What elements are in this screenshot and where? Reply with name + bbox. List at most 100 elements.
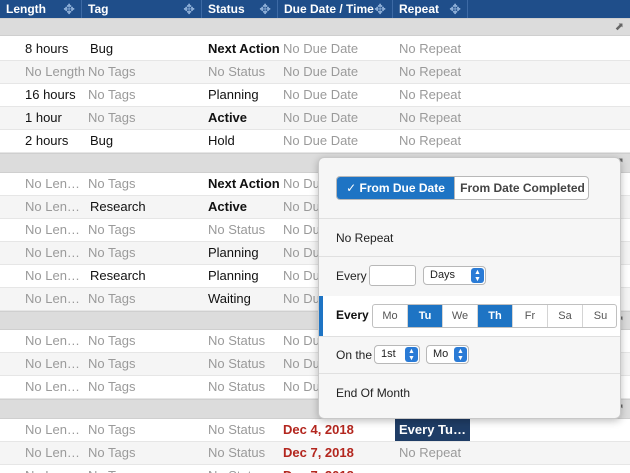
length-cell[interactable]: No Len… bbox=[25, 173, 85, 195]
status-cell[interactable]: Next Action bbox=[208, 173, 284, 195]
tag-cell[interactable]: No Tags bbox=[88, 173, 203, 195]
move-icon[interactable]: ✥ bbox=[259, 0, 271, 18]
table-row[interactable]: No Length No Tags No Status No Due Date … bbox=[0, 61, 630, 84]
tag-cell[interactable]: No Tags bbox=[88, 353, 203, 375]
table-row[interactable]: 1 hour No Tags Active No Due Date No Rep… bbox=[0, 107, 630, 130]
status-cell[interactable]: No Status bbox=[208, 61, 284, 83]
column-header-tag[interactable]: Tag ✥ bbox=[82, 0, 202, 18]
tag-cell[interactable]: Bug bbox=[90, 38, 205, 60]
length-cell[interactable]: No Len… bbox=[25, 353, 85, 375]
table-row[interactable]: No Len… No Tags No Status Dec 7, 2018 bbox=[0, 465, 630, 473]
tag-cell[interactable]: No Tags bbox=[88, 84, 203, 106]
repeat-cell[interactable]: No Repeat bbox=[399, 38, 519, 60]
status-cell[interactable]: Planning bbox=[208, 84, 284, 106]
length-cell[interactable]: No Len… bbox=[25, 242, 85, 264]
status-cell[interactable]: No Status bbox=[208, 419, 284, 441]
status-cell[interactable]: No Status bbox=[208, 376, 284, 398]
status-cell[interactable]: Hold bbox=[208, 130, 284, 152]
move-icon[interactable]: ✥ bbox=[449, 0, 461, 18]
table-row[interactable]: No Len… No Tags No Status Dec 4, 2018 Ev… bbox=[0, 419, 630, 442]
day-fr-button[interactable]: Fr bbox=[513, 305, 548, 327]
group-header[interactable]: ⬈ bbox=[0, 18, 630, 36]
interval-unit-select[interactable]: Days ▲ ▼ bbox=[423, 266, 486, 285]
repeat-cell[interactable]: No Repeat bbox=[399, 61, 519, 83]
status-cell[interactable]: Planning bbox=[208, 242, 284, 264]
due-date-cell[interactable]: Dec 4, 2018 bbox=[283, 419, 395, 441]
status-cell[interactable]: Waiting bbox=[208, 288, 284, 310]
tag-cell[interactable]: No Tags bbox=[88, 465, 203, 473]
day-sa-button[interactable]: Sa bbox=[548, 305, 583, 327]
length-cell[interactable]: No Len… bbox=[25, 376, 85, 398]
status-cell[interactable]: No Status bbox=[208, 465, 284, 473]
status-cell[interactable]: No Status bbox=[208, 330, 284, 352]
tag-cell[interactable]: No Tags bbox=[88, 61, 203, 83]
length-cell[interactable]: 16 hours bbox=[25, 84, 85, 106]
day-th-button[interactable]: Th bbox=[478, 305, 513, 327]
table-row[interactable]: 16 hours No Tags Planning No Due Date No… bbox=[0, 84, 630, 107]
move-icon[interactable]: ✥ bbox=[374, 0, 386, 18]
tag-cell[interactable]: Bug bbox=[90, 130, 205, 152]
end-of-month-option[interactable]: End Of Month bbox=[336, 386, 410, 400]
table-row[interactable]: 8 hours Bug Next Action No Due Date No R… bbox=[0, 38, 630, 61]
repeat-cell-selected[interactable]: Every Tu… bbox=[395, 419, 470, 441]
no-repeat-option[interactable]: No Repeat bbox=[336, 231, 393, 245]
length-cell[interactable]: 1 hour bbox=[25, 107, 85, 129]
status-cell[interactable]: Active bbox=[208, 196, 284, 218]
length-cell[interactable]: No Len… bbox=[25, 265, 85, 287]
length-cell[interactable]: No Len… bbox=[25, 288, 85, 310]
due-date-cell[interactable]: No Due Date bbox=[283, 107, 395, 129]
move-icon[interactable]: ✥ bbox=[183, 0, 195, 18]
move-icon[interactable]: ✥ bbox=[63, 0, 75, 18]
due-date-cell[interactable]: No Due Date bbox=[283, 61, 395, 83]
due-date-cell[interactable]: Dec 7, 2018 bbox=[283, 442, 395, 464]
repeat-cell[interactable]: No Repeat bbox=[399, 107, 519, 129]
day-tu-button[interactable]: Tu bbox=[408, 305, 443, 327]
tag-cell[interactable]: No Tags bbox=[88, 242, 203, 264]
day-we-button[interactable]: We bbox=[443, 305, 478, 327]
due-date-cell[interactable]: No Due Date bbox=[283, 84, 395, 106]
length-cell[interactable]: 8 hours bbox=[25, 38, 85, 60]
tag-cell[interactable]: No Tags bbox=[88, 288, 203, 310]
column-header-length[interactable]: Length ✥ bbox=[0, 0, 82, 18]
status-cell[interactable]: Active bbox=[208, 107, 284, 129]
tag-cell[interactable]: Research bbox=[90, 265, 205, 287]
tag-cell[interactable]: No Tags bbox=[88, 442, 203, 464]
expand-arrow-icon[interactable]: ⬈ bbox=[615, 20, 624, 33]
day-su-button[interactable]: Su bbox=[583, 305, 616, 327]
weekday-select[interactable]: Mo ▲ ▼ bbox=[426, 345, 469, 364]
due-date-cell[interactable]: Dec 7, 2018 bbox=[283, 465, 395, 473]
from-due-date-button[interactable]: ✓ From Due Date bbox=[337, 177, 454, 199]
column-header-due-date[interactable]: Due Date / Time ✥ bbox=[278, 0, 393, 18]
length-cell[interactable]: 2 hours bbox=[25, 130, 85, 152]
repeat-cell[interactable]: No Repeat bbox=[399, 84, 519, 106]
status-cell[interactable]: No Status bbox=[208, 219, 284, 241]
repeat-cell[interactable]: No Repeat bbox=[399, 442, 519, 464]
length-cell[interactable]: No Len… bbox=[25, 442, 85, 464]
due-date-cell[interactable]: No Due Date bbox=[283, 38, 395, 60]
status-cell[interactable]: No Status bbox=[208, 442, 284, 464]
length-cell[interactable]: No Len… bbox=[25, 196, 85, 218]
status-cell[interactable]: No Status bbox=[208, 353, 284, 375]
ordinal-select[interactable]: 1st ▲ ▼ bbox=[374, 345, 420, 364]
repeat-cell[interactable]: No Repeat bbox=[399, 130, 519, 152]
from-date-completed-button[interactable]: From Date Completed bbox=[454, 177, 588, 199]
length-cell[interactable]: No Len… bbox=[25, 219, 85, 241]
table-row[interactable]: No Len… No Tags No Status Dec 7, 2018 No… bbox=[0, 442, 630, 465]
tag-cell[interactable]: No Tags bbox=[88, 376, 203, 398]
status-cell[interactable]: Next Action bbox=[208, 38, 284, 60]
tag-cell[interactable]: No Tags bbox=[88, 419, 203, 441]
status-cell[interactable]: Planning bbox=[208, 265, 284, 287]
length-cell[interactable]: No Len… bbox=[25, 330, 85, 352]
length-cell[interactable]: No Len… bbox=[25, 465, 85, 473]
table-row[interactable]: 2 hours Bug Hold No Due Date No Repeat bbox=[0, 130, 630, 153]
tag-cell[interactable]: No Tags bbox=[88, 219, 203, 241]
column-header-repeat[interactable]: Repeat ✥ bbox=[393, 0, 468, 18]
column-header-status[interactable]: Status ✥ bbox=[202, 0, 278, 18]
length-cell[interactable]: No Len… bbox=[25, 419, 85, 441]
tag-cell[interactable]: Research bbox=[90, 196, 205, 218]
interval-input[interactable] bbox=[369, 265, 416, 286]
day-mo-button[interactable]: Mo bbox=[373, 305, 408, 327]
due-date-cell[interactable]: No Due Date bbox=[283, 130, 395, 152]
length-cell[interactable]: No Length bbox=[25, 61, 85, 83]
tag-cell[interactable]: No Tags bbox=[88, 107, 203, 129]
